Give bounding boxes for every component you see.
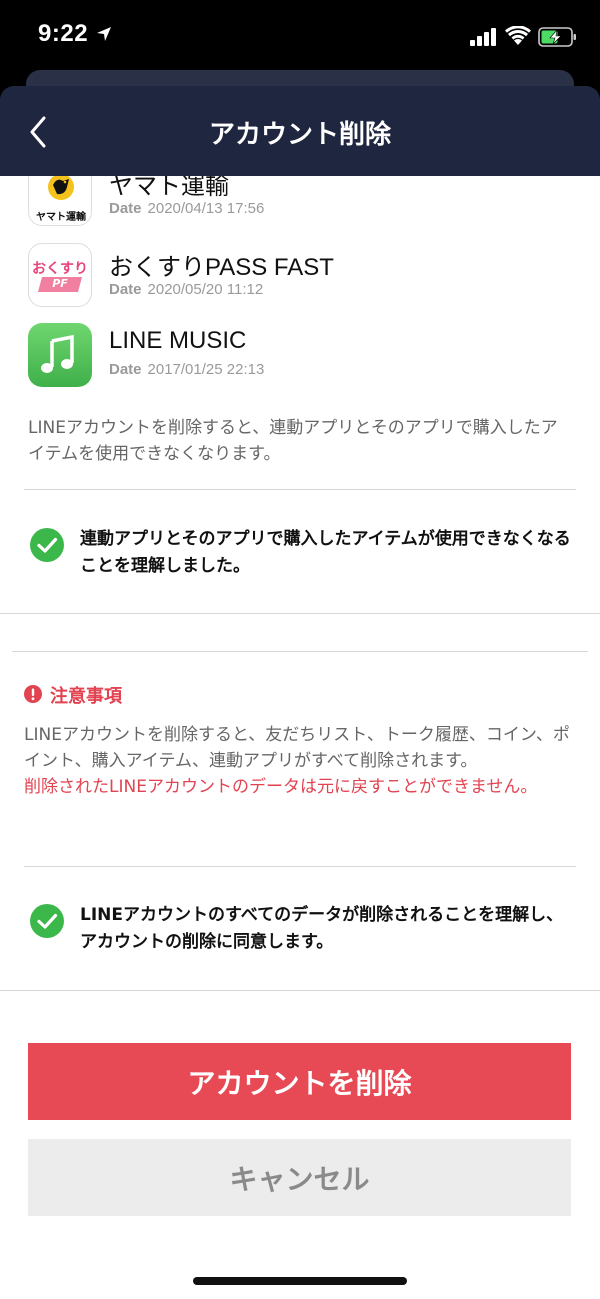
page-title: アカウント削除 xyxy=(208,120,391,150)
app-date: Date 2017/01/25 22:13 xyxy=(109,361,264,378)
divider xyxy=(0,613,600,614)
alert-circle-icon xyxy=(24,685,42,703)
okusuri-icon: おくすり PF xyxy=(28,243,92,307)
linked-app-item: おくすり PF おくすりPASS FAST Date 2020/05/20 11:… xyxy=(28,243,576,309)
date-value: 2020/04/13 17:56 xyxy=(147,200,265,217)
notice-title: 注意事項 xyxy=(50,686,122,707)
app-date: Date 2020/04/13 17:56 xyxy=(109,200,264,217)
date-value: 2020/05/20 11:12 xyxy=(147,281,264,298)
divider xyxy=(24,489,576,490)
location-arrow-icon xyxy=(97,27,111,41)
check-circle-icon[interactable] xyxy=(30,528,64,562)
agree-linked-apps-checkbox[interactable]: 連動アプリとそのアプリで購入したアイテムが使用できなくなることを理解しました。 xyxy=(30,526,571,586)
divider xyxy=(0,990,600,991)
date-label: Date xyxy=(109,200,142,217)
linked-apps-notice: LINEアカウントを削除すると、連動アプリとそのアプリで購入したアイテムを使用で… xyxy=(28,418,558,464)
cellular-signal-icon xyxy=(470,28,496,46)
date-value: 2017/01/25 22:13 xyxy=(147,361,265,378)
linked-app-item: LINE MUSIC Date 2017/01/25 22:13 xyxy=(28,323,576,389)
app-name: ヤマト運輸 xyxy=(109,176,229,200)
cancel-button[interactable]: キャンセル xyxy=(28,1139,571,1216)
divider xyxy=(24,866,576,867)
battery-charging-icon xyxy=(538,27,576,47)
date-label: Date xyxy=(109,361,142,378)
status-bar: 9:22 xyxy=(0,0,600,72)
okusuri-icon-badge-text: PF xyxy=(52,277,68,290)
wifi-icon xyxy=(505,26,531,45)
nav-bar: アカウント削除 xyxy=(0,86,600,176)
app-name: LINE MUSIC xyxy=(109,327,247,354)
divider xyxy=(12,651,588,652)
home-indicator[interactable] xyxy=(193,1277,407,1285)
app-date: Date 2020/05/20 11:12 xyxy=(109,281,263,298)
date-label: Date xyxy=(109,281,142,298)
check-label: 連動アプリとそのアプリで購入したアイテムが使用できなくなることを理解しました。 xyxy=(80,529,571,576)
status-time: 9:22 xyxy=(38,20,89,47)
notice-text: LINEアカウントを削除すると、友だちリスト、トーク履歴、コイン、ポイント、購入… xyxy=(24,725,570,771)
check-label: LINEアカウントのすべてのデータが削除されることを理解し、アカウントの削除に同… xyxy=(80,905,564,952)
app-name: おくすりPASS FAST xyxy=(109,254,334,281)
notice-body: LINEアカウントを削除すると、友だちリスト、トーク履歴、コイン、ポイント、購入… xyxy=(24,722,580,800)
music-note-icon xyxy=(28,323,92,387)
yamato-icon: ヤマト運輸 xyxy=(28,176,92,226)
notice-warning: 削除されたLINEアカウントのデータは元に戻すことができません。 xyxy=(24,777,538,797)
okusuri-icon-label: おくすり xyxy=(32,261,88,277)
yamato-icon-label: ヤマト運輸 xyxy=(36,212,86,223)
content-area[interactable]: ヤマト運輸 ヤマト運輸 Date 2020/04/13 17:56 おくすり PF… xyxy=(0,176,600,1299)
check-circle-icon[interactable] xyxy=(30,904,64,938)
agree-delete-data-checkbox[interactable]: LINEアカウントのすべてのデータが削除されることを理解し、アカウントの削除に同… xyxy=(30,902,570,962)
delete-account-button[interactable]: アカウントを削除 xyxy=(28,1043,571,1120)
linked-app-item: ヤマト運輸 ヤマト運輸 Date 2020/04/13 17:56 xyxy=(28,176,576,228)
